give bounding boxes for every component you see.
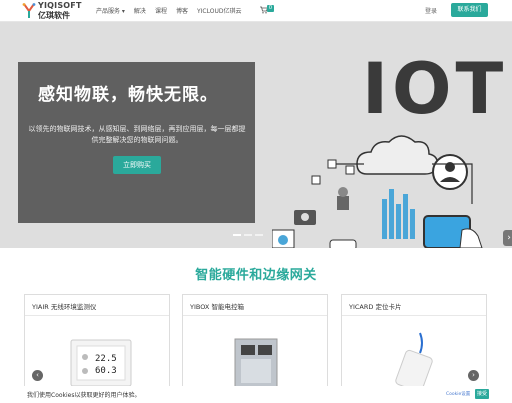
contact-button[interactable]: 联系我们 — [451, 3, 488, 17]
carousel-dot[interactable] — [244, 234, 252, 236]
hero-description: 以领先的物联网技术，从感知层、到网络层，再到应用层，每一层都提供完整解决您的物联… — [28, 125, 246, 144]
menu-products[interactable]: 产品服务 ▾ — [96, 6, 125, 15]
logo-text-en: YIQISOFT — [38, 1, 82, 10]
menu-solutions[interactable]: 解决 — [134, 6, 146, 15]
products-next-arrow[interactable]: › — [468, 370, 479, 381]
menu-yicloud[interactable]: YICLOUD亿琪云 — [197, 6, 242, 15]
menu-blog[interactable]: 博客 — [176, 6, 188, 15]
cookie-bar: 我们使用Cookies以获取更好的用户体验。 Cookie设置 接受 — [0, 386, 512, 403]
logo-icon — [22, 3, 36, 18]
products-prev-arrow[interactable]: ‹ — [32, 370, 43, 381]
cart-count-badge: 0 — [267, 5, 274, 12]
login-link[interactable]: 登录 — [425, 6, 437, 15]
logo-text-cn: 亿琪软件 — [38, 11, 70, 20]
iot-illustration — [272, 135, 483, 248]
carousel-next-arrow[interactable]: › — [503, 230, 512, 246]
cookie-accept-button[interactable]: 接受 — [475, 389, 489, 399]
hero-panel: 感知物联，畅快无限。 以领先的物联网技术，从感知层、到网络层，再到应用层，每一层… — [18, 62, 255, 223]
cookie-message: 我们使用Cookies以获取更好的用户体验。 — [27, 392, 141, 399]
carousel-dot[interactable] — [255, 234, 263, 236]
carousel-indicators — [233, 234, 263, 236]
logo[interactable]: YIQISOFT 亿琪软件 — [22, 1, 86, 21]
yiair-device-image: 22.5 60.3 — [70, 339, 132, 387]
cart-button[interactable]: 0 — [260, 5, 276, 15]
top-nav: YIQISOFT 亿琪软件 产品服务 ▾ 解决 课程 博客 YICLOUD亿琪云… — [0, 0, 512, 22]
product-card-yiair[interactable]: YIAIR 无线环境监测仪 22.5 60.3 — [24, 294, 170, 390]
menu-courses[interactable]: 课程 — [155, 6, 167, 15]
yiair-readout-1: 22.5 — [95, 354, 117, 364]
cookie-settings-link[interactable]: Cookie设置 — [446, 391, 470, 397]
yibox-device-image — [234, 338, 278, 389]
yicard-device-image — [395, 332, 433, 389]
product-card-yicard[interactable]: YICARD 定位卡片 — [341, 294, 487, 390]
hero-title: 感知物联，畅快无限。 — [38, 85, 218, 105]
yiair-readout-2: 60.3 — [95, 366, 117, 376]
main-menu: 产品服务 ▾ 解决 课程 博客 YICLOUD亿琪云 — [96, 6, 241, 15]
buy-now-button[interactable]: 立即购买 — [113, 156, 161, 174]
product-card-yibox[interactable]: YIBOX 智能电控箱 — [182, 294, 328, 390]
hero-banner: IOT 感知物联，畅快无限。 以领先的物联网技术，从感知层、到网络层，再到应用层… — [0, 22, 512, 248]
carousel-dot[interactable] — [233, 234, 241, 236]
section-title: 智能硬件和边缘网关 — [195, 268, 317, 283]
